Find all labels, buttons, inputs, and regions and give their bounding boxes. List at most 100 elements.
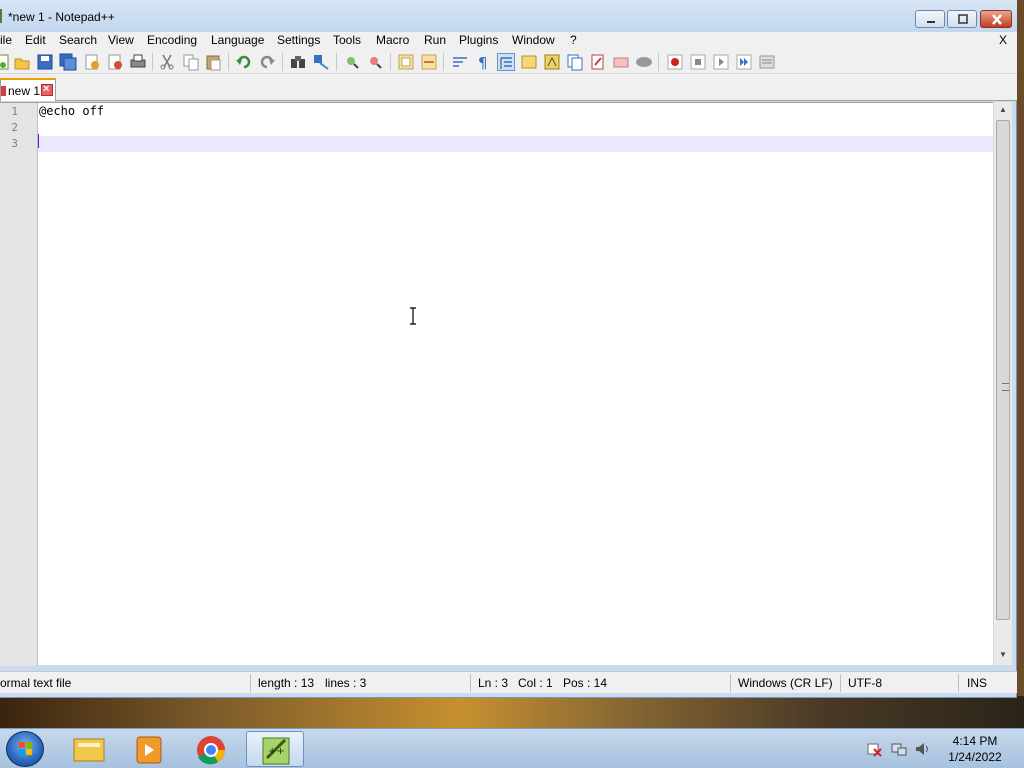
close-document-button[interactable]: X <box>999 33 1007 47</box>
code-line-current[interactable] <box>38 136 993 152</box>
print-icon[interactable] <box>129 53 147 71</box>
insert-mode-status[interactable]: INS <box>967 676 987 690</box>
editor-area[interactable]: 1 2 3 @echo off <box>0 102 1012 666</box>
system-clock[interactable]: 4:14 PM 1/24/2022 <box>940 733 1010 765</box>
redo-icon[interactable] <box>258 53 276 71</box>
line-number: 2 <box>11 121 18 134</box>
unsaved-file-icon <box>1 86 6 96</box>
undo-icon[interactable] <box>235 53 253 71</box>
close-button[interactable] <box>980 10 1012 28</box>
action-center-icon[interactable] <box>866 741 882 757</box>
macro-record-icon[interactable] <box>666 53 684 71</box>
status-separator <box>730 674 731 692</box>
toolbar-separator <box>390 53 391 71</box>
taskbar-explorer[interactable] <box>60 731 118 767</box>
scroll-down-icon[interactable]: ▼ <box>999 650 1007 659</box>
toolbar-separator <box>443 53 444 71</box>
chrome-icon <box>197 736 225 765</box>
network-icon[interactable] <box>891 741 907 757</box>
menu-run[interactable]: Run <box>424 33 446 47</box>
menu-window[interactable]: Window <box>512 33 555 47</box>
clock-date: 1/24/2022 <box>948 750 1002 764</box>
zoom-in-icon[interactable] <box>343 53 361 71</box>
new-file-icon[interactable] <box>0 53 12 71</box>
volume-icon[interactable] <box>914 741 930 757</box>
status-separator <box>958 674 959 692</box>
save-all-icon[interactable] <box>59 53 77 71</box>
tab-bar: new 1 × <box>0 74 1017 101</box>
tab-new-1[interactable]: new 1 × <box>0 78 56 101</box>
minimize-button[interactable] <box>915 10 945 28</box>
window-title: *new 1 - Notepad++ <box>8 10 115 24</box>
toolbar-separator <box>282 53 283 71</box>
menu-search[interactable]: Search <box>59 33 97 47</box>
start-button[interactable] <box>6 731 44 767</box>
tab-close-icon[interactable]: × <box>41 83 53 96</box>
status-separator <box>840 674 841 692</box>
open-file-icon[interactable] <box>13 53 31 71</box>
char-position-status: Pos : 14 <box>563 676 608 690</box>
menu-view[interactable]: View <box>108 33 134 47</box>
save-icon[interactable] <box>36 53 54 71</box>
windows-logo-icon <box>19 742 32 755</box>
title-bar[interactable]: *new 1 - Notepad++ <box>0 0 1017 32</box>
sync-horizontal-icon[interactable] <box>420 53 438 71</box>
copy-icon[interactable] <box>182 53 200 71</box>
macro-play-icon[interactable] <box>712 53 730 71</box>
monitor-eye-icon[interactable] <box>635 53 653 71</box>
menu-edit[interactable]: Edit <box>25 33 46 47</box>
find-icon[interactable] <box>289 53 307 71</box>
word-wrap-icon[interactable] <box>451 53 469 71</box>
zoom-out-icon[interactable] <box>366 53 384 71</box>
monitoring-icon[interactable] <box>612 53 630 71</box>
ibeam-cursor-icon <box>410 307 416 325</box>
close-file-icon[interactable] <box>83 53 101 71</box>
taskbar: ++ 4:14 PM 1/24/2022 <box>0 728 1024 768</box>
text-caret <box>38 134 39 148</box>
media-player-icon <box>136 736 162 764</box>
menu-language[interactable]: Language <box>211 33 264 47</box>
macro-stop-icon[interactable] <box>689 53 707 71</box>
scroll-up-icon[interactable]: ▲ <box>999 105 1007 114</box>
scroll-grip <box>1002 383 1009 391</box>
encoding-status[interactable]: UTF-8 <box>848 676 882 690</box>
menu-help[interactable]: ? <box>570 33 577 47</box>
cut-icon[interactable] <box>158 53 176 71</box>
eol-status[interactable]: Windows (CR LF) <box>738 676 833 690</box>
taskbar-notepadpp[interactable]: ++ <box>246 731 304 767</box>
notepadpp-icon <box>0 9 4 23</box>
line-position-status: Ln : 3 <box>478 676 509 690</box>
show-all-characters-icon[interactable]: ¶ <box>474 53 492 71</box>
desktop-wallpaper <box>0 696 1024 728</box>
length-status: length : 13 <box>258 676 315 690</box>
vertical-scrollbar[interactable]: ▲ ▼ <box>993 102 1012 665</box>
menu-tools[interactable]: Tools <box>333 33 361 47</box>
status-separator <box>470 674 471 692</box>
macro-save-icon[interactable] <box>758 53 776 71</box>
user-defined-language-icon[interactable] <box>520 53 538 71</box>
tab-label: new 1 <box>8 84 41 98</box>
menu-file[interactable]: ile <box>0 33 12 47</box>
status-bar: ormal text file length : 13 lines : 3 Ln… <box>0 671 1017 693</box>
scroll-thumb[interactable] <box>996 120 1010 620</box>
status-separator <box>250 674 251 692</box>
taskbar-media-player[interactable] <box>120 731 178 767</box>
code-line[interactable]: @echo off <box>38 104 993 120</box>
menu-plugins[interactable]: Plugins <box>459 33 498 47</box>
code-line[interactable] <box>38 120 993 136</box>
menu-encoding[interactable]: Encoding <box>147 33 197 47</box>
folder-as-workspace-icon[interactable] <box>589 53 607 71</box>
menu-macro[interactable]: Macro <box>376 33 409 47</box>
maximize-button[interactable] <box>947 10 977 28</box>
close-all-icon[interactable] <box>106 53 124 71</box>
function-list-icon[interactable] <box>566 53 584 71</box>
indent-guide-icon[interactable] <box>497 53 515 71</box>
taskbar-chrome[interactable] <box>182 731 240 767</box>
menu-settings[interactable]: Settings <box>277 33 320 47</box>
toolbar-separator <box>152 53 153 71</box>
macro-run-multiple-icon[interactable] <box>735 53 753 71</box>
paste-icon[interactable] <box>205 53 223 71</box>
sync-vertical-icon[interactable] <box>397 53 415 71</box>
document-map-icon[interactable] <box>543 53 561 71</box>
replace-icon[interactable] <box>312 53 330 71</box>
